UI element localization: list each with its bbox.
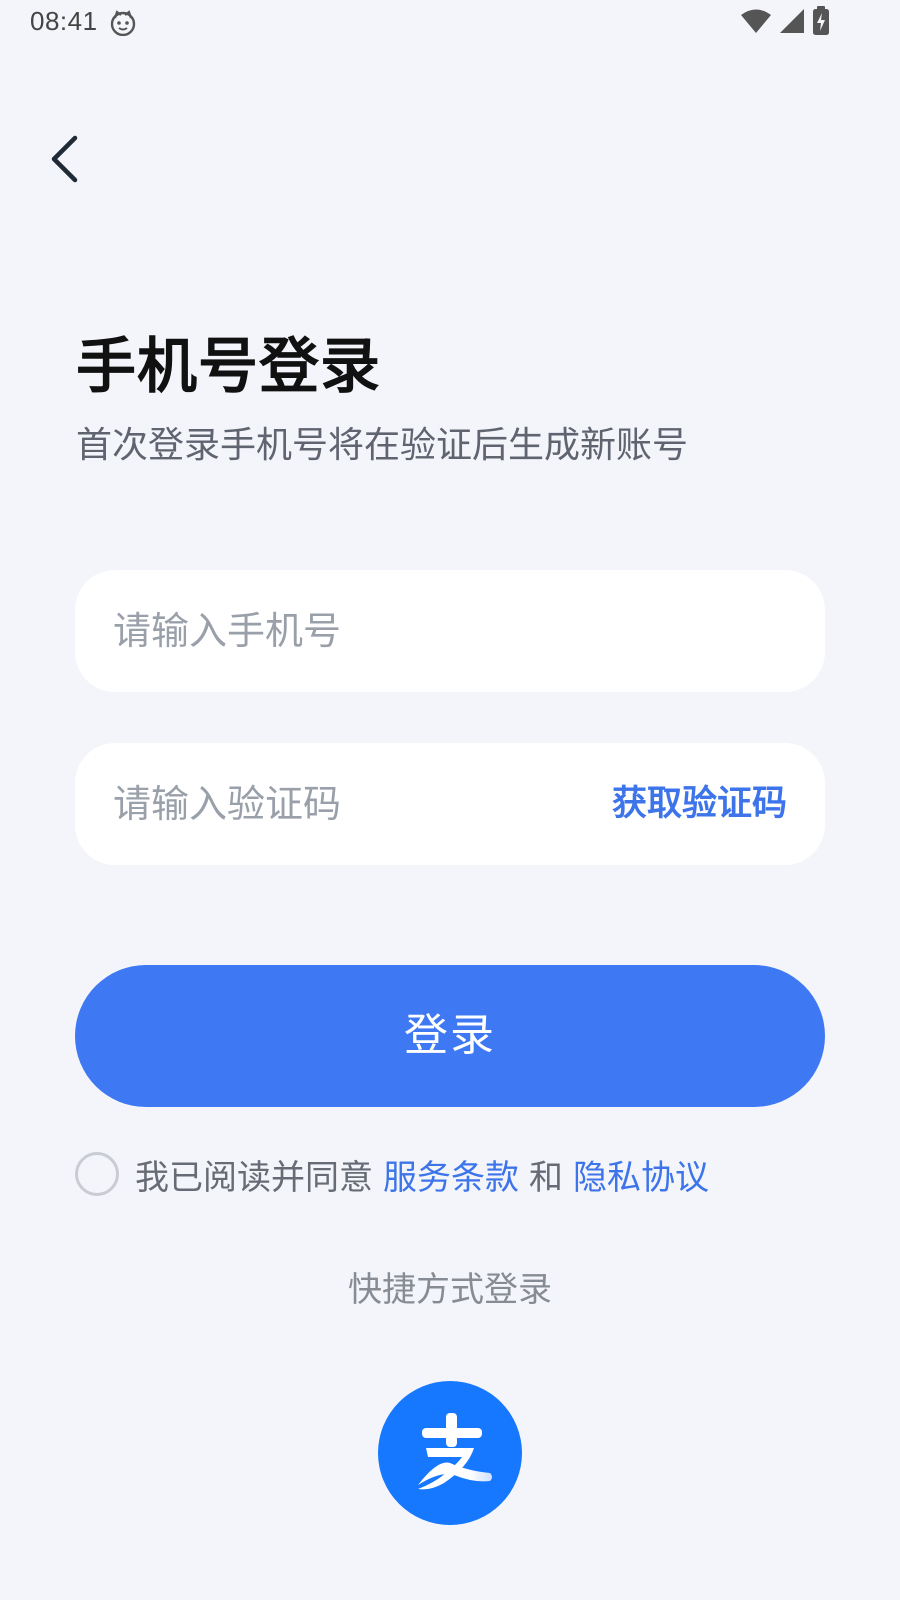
signal-icon [778,8,806,38]
alipay-icon [418,1413,492,1490]
chevron-left-icon [51,135,78,183]
get-code-button[interactable]: 获取验证码 [612,743,787,865]
battery-charging-icon [812,6,830,40]
status-time: 08:41 [30,6,98,36]
agreement-checkbox[interactable] [75,1152,119,1196]
alipay-login-button[interactable] [378,1381,522,1525]
agreement-prefix: 我已阅读并同意 [135,1157,373,1198]
cat-face-icon [110,10,136,37]
terms-link[interactable]: 服务条款 [383,1150,519,1199]
privacy-link[interactable]: 隐私协议 [573,1150,709,1199]
agreement-row: 我已阅读并同意 服务条款 和 隐私协议 [75,1148,719,1200]
agreement-connector: 和 [529,1157,563,1198]
status-indicators [740,6,830,40]
code-input[interactable] [113,743,553,865]
quick-login-label: 快捷方式登录 [348,1270,552,1310]
page-title: 手机号登录 [76,332,381,402]
back-button[interactable] [44,128,94,188]
code-input-container: 获取验证码 [75,743,825,865]
page-subtitle: 首次登录手机号将在验证后生成新账号 [76,425,689,466]
wifi-icon [740,8,772,38]
phone-input[interactable] [113,570,783,692]
login-button[interactable]: 登录 [75,965,825,1107]
phone-input-container [75,570,825,692]
status-bar: 08:41 [0,0,900,48]
